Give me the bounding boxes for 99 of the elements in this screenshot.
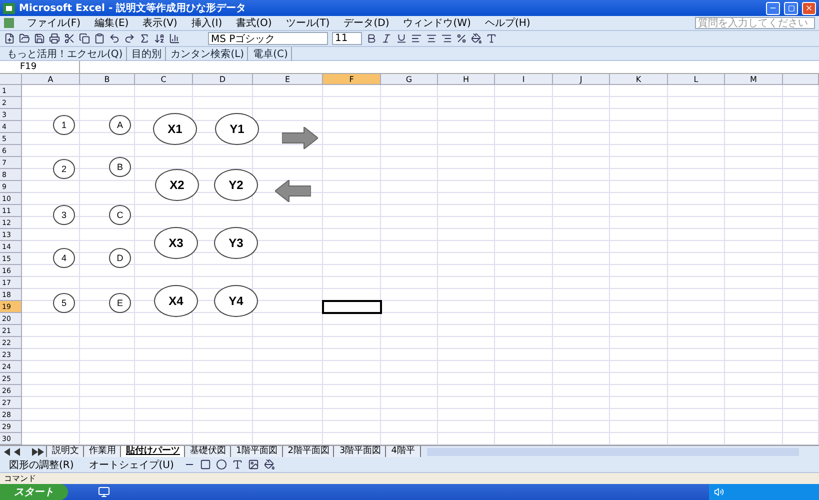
- italic-icon[interactable]: [381, 33, 392, 44]
- circle-shape: C: [109, 204, 131, 225]
- menu-item[interactable]: 編集(E): [90, 16, 134, 30]
- sheet-tab[interactable]: 2階平面図: [282, 446, 336, 458]
- printer-icon[interactable]: [49, 33, 60, 44]
- percent-icon[interactable]: [456, 33, 467, 44]
- column-header[interactable]: F: [323, 74, 381, 85]
- column-header[interactable]: B: [80, 74, 135, 85]
- sigma-icon[interactable]: [139, 33, 150, 44]
- circle-shape: 2: [53, 159, 75, 179]
- toolbar-link[interactable]: 電卓(C): [250, 46, 292, 60]
- circle-shape: 3: [53, 204, 75, 225]
- circle-shape: 1: [53, 114, 75, 135]
- column-header[interactable]: H: [438, 74, 495, 85]
- column-header[interactable]: G: [381, 74, 438, 85]
- menu-item[interactable]: 挿入(I): [186, 16, 228, 30]
- circle-shape: 5: [53, 293, 75, 314]
- circle-shape: D: [109, 248, 131, 268]
- menu-item[interactable]: ヘルプ(H): [480, 16, 536, 30]
- rectangle-icon[interactable]: [200, 459, 211, 470]
- circle-shape: E: [109, 293, 131, 314]
- minimize-button[interactable]: [766, 2, 780, 14]
- image-icon[interactable]: [248, 459, 259, 470]
- sheet-tab[interactable]: 作業用: [83, 446, 122, 458]
- monitor-icon[interactable]: [98, 486, 110, 498]
- sheet-tab[interactable]: 基礎伏図: [184, 446, 232, 458]
- ellipse-shape: Y3: [214, 227, 258, 260]
- menu-item[interactable]: ツール(T): [280, 16, 335, 30]
- menu-item[interactable]: 表示(V): [138, 16, 182, 30]
- column-header[interactable]: A: [22, 74, 80, 85]
- close-button[interactable]: [802, 2, 816, 14]
- speaker-icon[interactable]: [714, 487, 724, 497]
- toolbar-link[interactable]: もっと活用！エクセル(Q): [4, 46, 127, 60]
- ellipse-shape: X3: [154, 227, 198, 260]
- font-color-icon[interactable]: [486, 33, 497, 44]
- clipboard-icon[interactable]: [94, 33, 105, 44]
- align-right-icon[interactable]: [441, 33, 452, 44]
- ellipse-shape: Y2: [214, 168, 258, 201]
- ellipse-shape: Y4: [214, 285, 258, 317]
- sheet-tab[interactable]: 貼付けパーツ: [120, 446, 186, 458]
- sheet-tab[interactable]: 1階平面図: [230, 446, 284, 458]
- chart-icon[interactable]: [169, 33, 180, 44]
- column-header[interactable]: C: [135, 74, 193, 85]
- folder-icon[interactable]: [19, 33, 30, 44]
- scissors-icon[interactable]: [64, 33, 75, 44]
- ellipse-shape: Y1: [215, 113, 259, 146]
- underline-icon[interactable]: [396, 33, 407, 44]
- bold-icon[interactable]: [366, 33, 377, 44]
- tab-scroll-arrows-icon[interactable]: [4, 448, 44, 456]
- toolbar-menu[interactable]: オートシェイプ(U): [84, 458, 179, 472]
- window-title: Microsoft Excel - 説明文等作成用ひな形データ: [19, 2, 246, 15]
- font-size-dropdown[interactable]: 11: [332, 32, 362, 45]
- column-header[interactable]: E: [253, 74, 323, 85]
- sheet-tab[interactable]: 説明文: [46, 446, 85, 458]
- horizontal-scrollbar[interactable]: [426, 448, 799, 456]
- column-header[interactable]: M: [725, 74, 783, 85]
- sort-icon[interactable]: [154, 33, 165, 44]
- save-icon[interactable]: [34, 33, 45, 44]
- selected-cell[interactable]: [322, 300, 382, 314]
- ellipse-shape: X4: [154, 285, 198, 317]
- right-arrow-shape: [282, 126, 318, 149]
- align-center-icon[interactable]: [426, 33, 437, 44]
- font-dropdown[interactable]: MS Pゴシック: [208, 32, 328, 45]
- maximize-icon: [788, 4, 794, 12]
- maximize-button[interactable]: [784, 2, 798, 14]
- text-box-icon[interactable]: [232, 459, 243, 470]
- redo-icon[interactable]: [124, 33, 135, 44]
- sheet-tab[interactable]: 4階平: [385, 446, 421, 458]
- copy-icon[interactable]: [79, 33, 90, 44]
- status-text: コマンド: [4, 473, 36, 484]
- workbook-icon: [4, 18, 14, 28]
- toolbar-link[interactable]: 目的別: [128, 46, 166, 60]
- align-left-icon[interactable]: [411, 33, 422, 44]
- left-arrow-shape: [275, 180, 311, 202]
- circle-shape: B: [109, 156, 131, 177]
- ellipse-shape: X1: [153, 113, 197, 146]
- column-header[interactable]: D: [193, 74, 253, 85]
- name-box[interactable]: F19: [0, 61, 80, 73]
- toolbar-menu[interactable]: 図形の調整(R): [4, 458, 79, 472]
- undo-icon[interactable]: [109, 33, 120, 44]
- new-file-icon[interactable]: [4, 33, 15, 44]
- ellipse-shape: X2: [155, 168, 199, 201]
- column-header[interactable]: J: [553, 74, 610, 85]
- menu-item[interactable]: データ(D): [338, 16, 394, 30]
- toolbar-link[interactable]: カンタン検索(L): [168, 46, 248, 60]
- close-icon: [805, 4, 813, 12]
- menu-item[interactable]: ファイル(F): [22, 16, 86, 30]
- column-header[interactable]: K: [610, 74, 668, 85]
- column-header[interactable]: L: [668, 74, 725, 85]
- column-header[interactable]: I: [495, 74, 553, 85]
- circle-shape: 4: [53, 248, 75, 268]
- fill-color-icon[interactable]: [471, 33, 482, 44]
- menu-item[interactable]: 書式(O): [231, 16, 277, 30]
- circle-shape: A: [109, 114, 131, 135]
- fill-color-icon[interactable]: [264, 459, 275, 470]
- excel-icon: [3, 2, 15, 14]
- menu-item[interactable]: ウィンドウ(W): [398, 16, 476, 30]
- sheet-tab[interactable]: 3階平面図: [333, 446, 388, 458]
- oval-icon[interactable]: [216, 459, 227, 470]
